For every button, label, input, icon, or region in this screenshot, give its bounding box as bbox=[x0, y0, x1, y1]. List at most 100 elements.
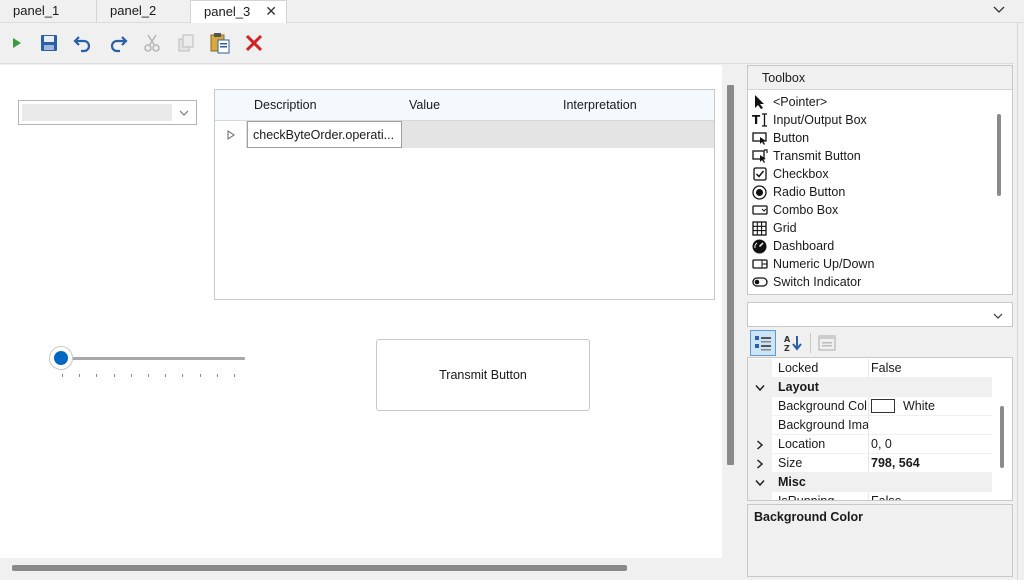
tab-panel-2[interactable]: panel_2 bbox=[97, 0, 191, 23]
alphabetical-view-button[interactable]: A Z bbox=[780, 330, 806, 356]
data-grid[interactable]: Description Value Interpretation checkBy… bbox=[214, 89, 715, 300]
close-tab-icon[interactable]: ✕ bbox=[265, 1, 277, 22]
toolbox-item-transmit-button[interactable]: Transmit Button bbox=[751, 147, 989, 165]
toolbox-item-numeric-up-down[interactable]: Numeric Up/Down bbox=[751, 255, 989, 273]
property-description-panel: Background Color bbox=[747, 504, 1013, 577]
property-gutter bbox=[748, 359, 772, 378]
property-grid-scrollbar[interactable] bbox=[1000, 406, 1004, 468]
copy-button[interactable] bbox=[175, 32, 197, 54]
property-value[interactable]: White bbox=[871, 397, 935, 416]
toolbox-item-label: Combo Box bbox=[773, 203, 839, 217]
switch-indicator-icon bbox=[751, 274, 768, 290]
slider-thumb[interactable] bbox=[49, 346, 73, 370]
collapse-icon[interactable] bbox=[748, 473, 772, 492]
slider-tick bbox=[199, 374, 201, 377]
column-header-description[interactable]: Description bbox=[247, 90, 403, 121]
cut-icon bbox=[144, 34, 160, 52]
toolbox-item-radio-button[interactable]: Radio Button bbox=[751, 183, 989, 201]
row-expander[interactable] bbox=[215, 121, 247, 148]
property-divider bbox=[868, 359, 869, 378]
copy-icon bbox=[178, 34, 194, 52]
expand-icon[interactable] bbox=[748, 454, 772, 473]
toolbox-item-label: Radio Button bbox=[773, 185, 846, 199]
tab-bar: panel_1 panel_2 panel_3 ✕ bbox=[0, 0, 1024, 24]
toolbox-item-combo-box[interactable]: Combo Box bbox=[751, 201, 989, 219]
property-row-location[interactable]: Location 0, 0 bbox=[748, 435, 992, 454]
cell-description[interactable]: checkByteOrder.operati... bbox=[247, 121, 402, 148]
delete-button[interactable] bbox=[243, 32, 265, 54]
transmit-button[interactable]: Transmit Button bbox=[376, 339, 590, 411]
run-button[interactable] bbox=[5, 32, 27, 54]
column-header-value[interactable]: Value bbox=[402, 90, 557, 121]
categorized-view-button[interactable] bbox=[750, 330, 776, 356]
collapse-icon[interactable] bbox=[748, 378, 772, 397]
toolbox-item-label: Input/Output Box bbox=[773, 113, 867, 127]
property-row-background-col[interactable]: Background Col White bbox=[748, 397, 992, 416]
slider-tick bbox=[79, 374, 81, 377]
property-value[interactable]: False bbox=[871, 492, 902, 500]
tab-panel-3[interactable]: panel_3 ✕ bbox=[190, 0, 287, 24]
tab-list-dropdown-icon[interactable] bbox=[992, 3, 1006, 17]
sort-alphabetical-icon: A Z bbox=[784, 335, 802, 352]
redo-button[interactable] bbox=[107, 32, 129, 54]
toolbox-item-checkbox[interactable]: Checkbox bbox=[751, 165, 989, 183]
paste-button[interactable] bbox=[209, 32, 231, 54]
grid-icon bbox=[751, 220, 768, 236]
toolbox-list: <Pointer> T Input/Output Box Button Transmit… bbox=[751, 93, 989, 291]
property-row-locked[interactable]: Locked False bbox=[748, 359, 992, 378]
tab-label: panel_2 bbox=[110, 3, 157, 18]
cut-button[interactable] bbox=[141, 32, 163, 54]
categorized-icon bbox=[755, 336, 771, 351]
property-divider bbox=[868, 435, 869, 454]
save-button[interactable] bbox=[38, 32, 60, 54]
property-name: IsRunning bbox=[778, 494, 835, 501]
toolbox-item-label: Grid bbox=[773, 221, 797, 235]
property-grid[interactable]: IsRunning False Misc Size 798, 564 Location 0,… bbox=[747, 357, 1013, 501]
expand-icon[interactable] bbox=[748, 435, 772, 454]
toolbox-item-button[interactable]: Button bbox=[751, 129, 989, 147]
cell-value[interactable] bbox=[402, 121, 714, 148]
property-pages-icon bbox=[818, 335, 836, 351]
property-value[interactable]: 0, 0 bbox=[871, 435, 892, 454]
slider-tick bbox=[165, 374, 167, 377]
slider-track[interactable] bbox=[62, 357, 245, 360]
property-object-selector[interactable] bbox=[747, 302, 1013, 327]
toolbox-item-label: Checkbox bbox=[773, 167, 829, 181]
color-swatch bbox=[871, 398, 895, 413]
checkbox-icon bbox=[751, 166, 768, 182]
property-value[interactable]: 798, 564 bbox=[871, 454, 920, 473]
undo-button[interactable] bbox=[72, 32, 94, 54]
property-value-text: False bbox=[871, 361, 902, 375]
redo-icon bbox=[110, 36, 128, 53]
property-name: Background Col bbox=[778, 399, 867, 413]
canvas-combo-box[interactable] bbox=[18, 100, 197, 125]
toolbox-item-input-output-box[interactable]: T Input/Output Box bbox=[751, 111, 989, 129]
property-gutter bbox=[748, 397, 772, 416]
property-row-background-ima[interactable]: Background Ima bbox=[748, 416, 992, 435]
toolbox-item-dashboard[interactable]: Dashboard bbox=[751, 237, 989, 255]
property-name: Layout bbox=[778, 380, 819, 394]
property-category-layout[interactable]: Layout bbox=[748, 378, 992, 397]
column-header-interpretation[interactable]: Interpretation bbox=[556, 90, 714, 121]
tab-panel-1[interactable]: panel_1 bbox=[0, 0, 97, 23]
property-row-isrunning[interactable]: IsRunning False bbox=[748, 492, 992, 501]
run-icon bbox=[13, 38, 21, 48]
property-category-misc[interactable]: Misc bbox=[748, 473, 992, 492]
property-pages-button[interactable] bbox=[814, 330, 840, 356]
canvas-horizontal-scrollbar[interactable] bbox=[12, 565, 627, 571]
slider-tick bbox=[234, 374, 235, 377]
toolbox-item-switch-indicator[interactable]: Switch Indicator bbox=[751, 273, 989, 291]
property-divider bbox=[868, 492, 869, 500]
table-row[interactable]: checkByteOrder.operati... bbox=[215, 121, 714, 148]
property-row-size[interactable]: Size 798, 564 bbox=[748, 454, 992, 473]
canvas-vertical-scrollbar[interactable] bbox=[727, 85, 734, 465]
button-icon bbox=[751, 130, 768, 146]
toolbox-scrollbar[interactable] bbox=[997, 114, 1001, 196]
property-name: Locked bbox=[778, 361, 819, 375]
property-value[interactable]: False bbox=[871, 359, 902, 378]
chevron-down-icon bbox=[993, 313, 1003, 319]
main-toolbar bbox=[0, 23, 1014, 64]
property-gutter bbox=[748, 416, 772, 435]
toolbox-item-grid[interactable]: Grid bbox=[751, 219, 989, 237]
toolbox-item-pointer[interactable]: <Pointer> bbox=[751, 93, 989, 111]
